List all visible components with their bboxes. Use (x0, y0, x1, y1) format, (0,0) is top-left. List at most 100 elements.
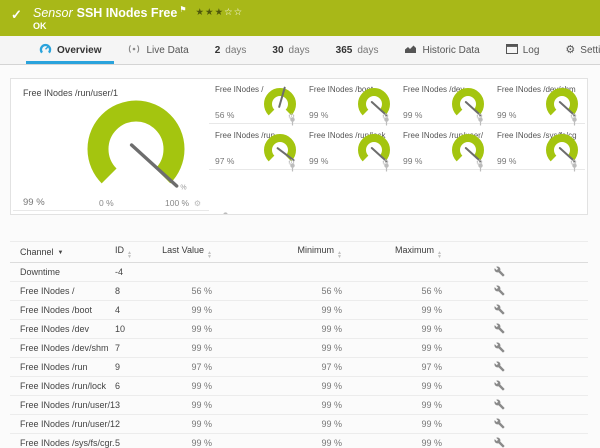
wrench-icon[interactable] (494, 399, 505, 410)
cell-maximum: 99 % (354, 419, 454, 429)
wrench-icon[interactable] (494, 418, 505, 429)
cell-maximum: 99 % (354, 400, 454, 410)
gauge-value: 99 % (309, 110, 328, 120)
gauge-tile[interactable]: Free INodes /sys/fs/cg 99 %⚙ (491, 127, 585, 170)
table-row[interactable]: Free INodes /run997 %97 %97 % (10, 358, 588, 377)
column-header-last-value[interactable]: Last Value▲▼ (162, 245, 224, 259)
wrench-icon[interactable] (494, 323, 505, 334)
object-kind-label: Sensor (33, 6, 73, 20)
gauge-value: 97 % (215, 156, 234, 166)
wrench-icon[interactable] (494, 266, 505, 277)
gauge-tile[interactable]: Free INodes /boot 99 %⚙ (303, 81, 397, 124)
cell-channel: Free INodes /run/lock (10, 381, 115, 391)
cell-maximum: 97 % (354, 362, 454, 372)
wrench-icon[interactable] (494, 361, 505, 372)
tab-365-days[interactable]: 365days (323, 36, 392, 64)
column-header-id[interactable]: ID▲▼ (115, 245, 162, 259)
priority-stars[interactable]: ★★★☆☆ (196, 7, 244, 18)
cell-minimum: 99 % (224, 324, 354, 334)
cell-last-value: 56 % (162, 286, 224, 296)
table-row[interactable]: Free INodes /dev/shm799 %99 %99 % (10, 339, 588, 358)
wrench-icon[interactable] (494, 380, 505, 391)
star-filled-icon[interactable]: ★ (196, 7, 206, 18)
sort-icon: ▲▼ (127, 251, 132, 259)
cell-last-value: 99 % (162, 305, 224, 315)
log-icon (506, 44, 518, 57)
gauge-tile[interactable]: Free INodes /run/lock 99 %⚙ (303, 127, 397, 170)
tab-historic-data[interactable]: Historic Data (391, 36, 492, 64)
tab-settings[interactable]: ⚙Settings (552, 36, 600, 64)
cell-last-value: 99 % (162, 419, 224, 429)
gauge-value: 99 % (309, 156, 328, 166)
column-header-minimum[interactable]: Minimum▲▼ (224, 245, 354, 259)
tab-label: Overview (57, 45, 101, 56)
sensor-header: ✓ SensorSSH INodes Free⚑★★★☆☆ OK (0, 0, 600, 36)
sort-desc-icon: ▼ (58, 250, 64, 256)
cell-minimum: 99 % (224, 305, 354, 315)
gauge-value: 99 % (403, 156, 422, 166)
chart-icon (404, 44, 417, 57)
gauges-panel: Free INodes /run/user/1 99 % 0 % 100 % ⚙… (10, 78, 588, 215)
gauge-tile[interactable]: Free INodes /run/user/ 99 %⚙ (397, 127, 491, 170)
table-row[interactable]: Free INodes /run/user/1299 %99 %99 % (10, 415, 588, 434)
cell-maximum: 56 % (354, 286, 454, 296)
cell-minimum: 99 % (224, 381, 354, 391)
table-row[interactable]: Free INodes /run/lock699 %99 %99 % (10, 377, 588, 396)
table-header-row: Channel▼ID▲▼Last Value▲▼Minimum▲▼Maximum… (10, 242, 588, 263)
cell-channel: Free INodes /run/user/1 (10, 400, 115, 410)
tab-30-days[interactable]: 30days (259, 36, 322, 64)
cell-id: 7 (115, 343, 162, 353)
cell-id: 3 (115, 400, 162, 410)
flag-icon[interactable]: ⚑ (179, 5, 186, 14)
tab-log[interactable]: Log (493, 36, 553, 64)
gauge-tile[interactable]: Free INodes / 56 %⚙ (209, 81, 303, 124)
column-header-channel[interactable]: Channel▼ (10, 247, 115, 257)
table-row[interactable]: Free INodes /856 %56 %56 % (10, 282, 588, 301)
cell-channel: Free INodes /sys/fs/cgr... (10, 438, 115, 448)
gauge-tile[interactable]: Free INodes /dev/shm 99 %⚙ (491, 81, 585, 124)
cell-id: 10 (115, 324, 162, 334)
wrench-icon[interactable] (494, 285, 505, 296)
wrench-icon[interactable] (494, 304, 505, 315)
cell-channel: Downtime (10, 267, 115, 277)
cell-channel: Free INodes /dev/shm (10, 343, 115, 353)
table-row[interactable]: Free INodes /dev1099 %99 %99 % (10, 320, 588, 339)
primary-gauge-tile[interactable]: Free INodes /run/user/1 99 % 0 % 100 % ⚙… (13, 81, 209, 211)
cell-last-value: 99 % (162, 381, 224, 391)
wrench-icon[interactable] (494, 342, 505, 353)
cell-minimum: 99 % (224, 400, 354, 410)
table-row[interactable]: Downtime-4 (10, 263, 588, 282)
star-filled-icon[interactable]: ★ (215, 7, 225, 18)
star-filled-icon[interactable]: ★ (205, 7, 215, 18)
star-empty-icon[interactable]: ☆ (234, 7, 244, 18)
gauge-tile[interactable]: Free INodes /dev 99 %⚙ (397, 81, 491, 124)
cell-minimum: 99 % (224, 419, 354, 429)
cell-id: 4 (115, 305, 162, 315)
cell-maximum: 99 % (354, 438, 454, 448)
tab-number: 2 (215, 45, 221, 56)
svg-text:%: % (180, 184, 186, 191)
tile-actions: ⚙ (570, 113, 580, 121)
tab-overview[interactable]: Overview (26, 36, 114, 64)
table-row[interactable]: Free INodes /sys/fs/cgr...599 %99 %99 % (10, 434, 588, 448)
tile-actions: ⚙ (288, 159, 298, 167)
cell-channel: Free INodes / (10, 286, 115, 296)
column-header-maximum[interactable]: Maximum▲▼ (354, 245, 454, 259)
status-check-icon: ✓ (11, 7, 22, 23)
small-gauges-grid: Free INodes / 56 %⚙Free INodes /boot 99 … (209, 79, 587, 214)
cell-minimum: 99 % (224, 343, 354, 353)
table-row[interactable]: Free INodes /run/user/1399 %99 %99 % (10, 396, 588, 415)
live-icon (127, 44, 141, 57)
tab-2-days[interactable]: 2days (202, 36, 260, 64)
table-row[interactable]: Free INodes /boot499 %99 %99 % (10, 301, 588, 320)
status-badge: OK (33, 21, 47, 31)
wrench-icon[interactable] (494, 437, 505, 448)
tab-live-data[interactable]: Live Data (114, 36, 201, 64)
tab-label: Settings (580, 45, 600, 56)
cell-maximum: 99 % (354, 305, 454, 315)
tile-actions: ⚙ (570, 159, 580, 167)
cell-last-value: 97 % (162, 362, 224, 372)
cell-minimum: 56 % (224, 286, 354, 296)
star-empty-icon[interactable]: ☆ (224, 7, 234, 18)
gauge-tile[interactable]: Free INodes /run 97 %⚙ (209, 127, 303, 170)
